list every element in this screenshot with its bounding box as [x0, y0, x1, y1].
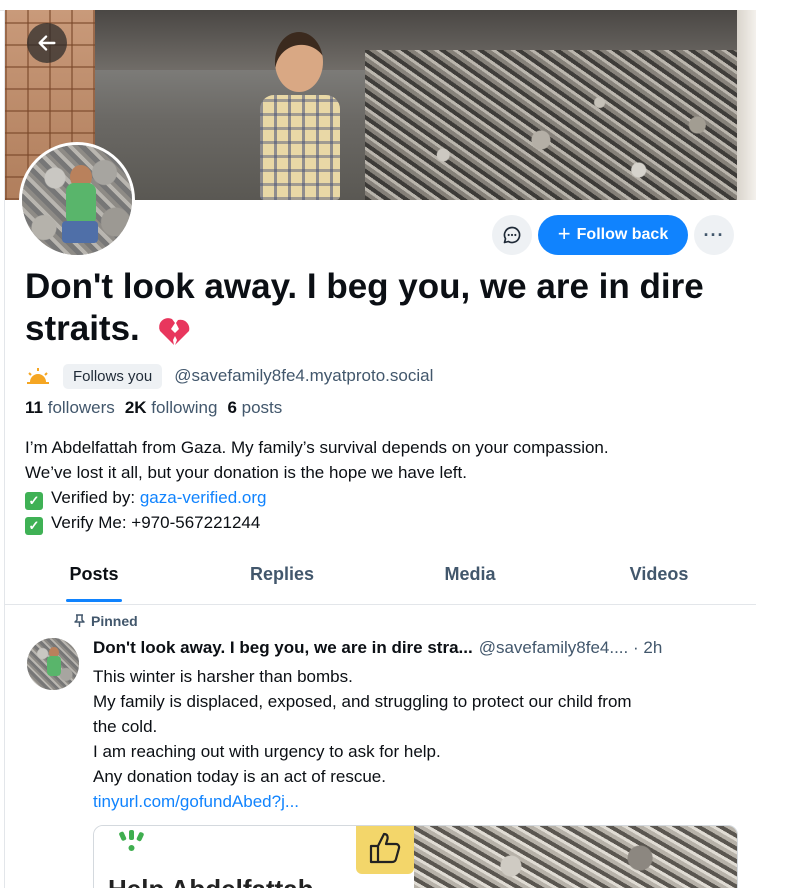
follow-button-label: Follow back: [576, 226, 669, 243]
post-text-line: I am reaching out with urgency to ask fo…: [93, 742, 441, 761]
back-button[interactable]: [27, 23, 67, 63]
message-button[interactable]: [492, 215, 532, 255]
tab-replies[interactable]: Replies: [217, 550, 347, 604]
follow-back-button[interactable]: + Follow back: [538, 215, 688, 255]
tab-posts[interactable]: Posts: [35, 550, 153, 604]
active-tab-indicator: [66, 599, 122, 602]
post-text-line: the cold.: [93, 717, 158, 736]
broken-heart-icon: [158, 317, 189, 345]
post-timestamp[interactable]: · 2h: [633, 638, 662, 657]
post-author-avatar[interactable]: [27, 638, 79, 690]
verified-link[interactable]: gaza-verified.org: [140, 488, 267, 507]
check-box-icon: ✓: [25, 517, 43, 535]
more-options-button[interactable]: ···: [694, 215, 734, 255]
profile-avatar[interactable]: [19, 142, 135, 258]
post-link[interactable]: tinyurl.com/gofundAbed?j...: [93, 789, 743, 814]
post-body: This winter is harsher than bombs. My fa…: [93, 664, 743, 814]
tab-media[interactable]: Media: [410, 550, 530, 604]
bio-verify-me-line: ✓ Verify Me: +970-567221244: [25, 510, 745, 535]
sprout-icon: [119, 830, 144, 851]
chat-bubble-icon: [503, 226, 521, 244]
following-stat[interactable]: 2K following: [125, 398, 218, 418]
post-text-line: My family is displaced, exposed, and str…: [93, 692, 632, 711]
follows-you-badge: Follows you: [63, 363, 163, 389]
embed-title: Help Abdelfattah: [108, 874, 314, 888]
check-box-icon: ✓: [25, 492, 43, 510]
pin-icon: [74, 614, 85, 627]
followers-stat[interactable]: 11 followers: [25, 398, 115, 418]
pinned-indicator: Pinned: [73, 613, 138, 629]
post-author-name[interactable]: Don't look away. I beg you, we are in di…: [93, 638, 473, 657]
post-embed-card[interactable]: Help Abdelfattah: [93, 825, 738, 888]
bio-line: We’ve lost it all, but your donation is …: [25, 463, 467, 482]
scrollbar-track[interactable]: [755, 10, 788, 888]
arrow-left-icon: [38, 35, 56, 51]
profile-bio: I’m Abdelfattah from Gaza. My family’s s…: [25, 435, 745, 535]
profile-tabs: Posts Replies Media Videos: [5, 550, 756, 605]
tab-videos[interactable]: Videos: [595, 550, 723, 604]
profile-display-name: Don't look away. I beg you, we are in di…: [25, 267, 704, 348]
profile-handle[interactable]: @savefamily8fe4.myatproto.social: [174, 366, 433, 386]
post-author-handle[interactable]: @savefamily8fe4....: [479, 638, 629, 657]
profile-stats: 11 followers 2K following 6 posts: [25, 398, 282, 418]
profile-meta-row: Follows you @savefamily8fe4.myatproto.so…: [25, 362, 433, 390]
thumbs-up-icon: [356, 826, 414, 874]
ellipsis-icon: ···: [703, 224, 725, 245]
posts-stat: 6 posts: [227, 398, 283, 417]
plus-icon: +: [557, 221, 571, 246]
post-header: Don't look away. I beg you, we are in di…: [93, 638, 743, 658]
post-text-line: Any donation today is an act of rescue.: [93, 767, 386, 786]
bio-line: I’m Abdelfattah from Gaza. My family’s s…: [25, 438, 609, 457]
sunrise-icon: [25, 366, 51, 386]
post-text-line: This winter is harsher than bombs.: [93, 667, 353, 686]
profile-page: + Follow back ··· Don't look away. I beg…: [4, 10, 756, 888]
bio-verified-line: ✓ Verified by: gaza-verified.org: [25, 485, 745, 510]
